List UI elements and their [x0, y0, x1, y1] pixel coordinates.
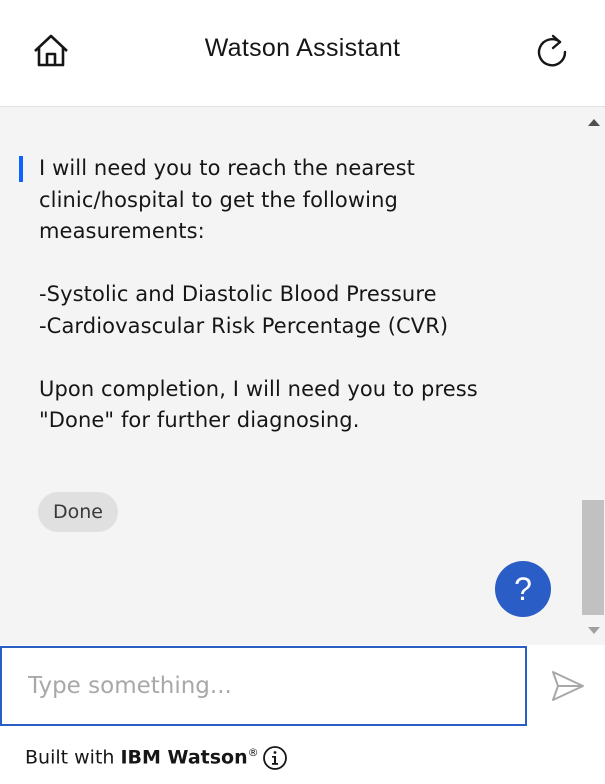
- page-title: Watson Assistant: [204, 34, 401, 62]
- footer-brand: IBM Watson: [120, 746, 248, 769]
- message-accent-bar: [19, 156, 23, 182]
- message-input[interactable]: [2, 648, 508, 724]
- chat-transcript[interactable]: I will need you to reach the nearest cli…: [0, 107, 605, 645]
- scrollbar[interactable]: [580, 107, 605, 645]
- footer-registered-mark: ®: [247, 746, 259, 759]
- done-button[interactable]: Done: [38, 492, 118, 532]
- footer: Built with IBM Watson®: [0, 726, 605, 784]
- footer-prefix: Built with: [25, 746, 121, 769]
- message-input-container: [0, 646, 527, 726]
- send-button[interactable]: [527, 646, 605, 726]
- send-icon: [552, 671, 584, 701]
- info-button[interactable]: [262, 745, 288, 771]
- scroll-down-arrow-icon[interactable]: [588, 627, 600, 634]
- restart-button[interactable]: [530, 30, 574, 74]
- chat-header: Watson Assistant: [0, 0, 605, 107]
- scroll-thumb[interactable]: [582, 500, 604, 615]
- help-button[interactable]: ?: [495, 561, 551, 617]
- restart-icon: [537, 34, 567, 67]
- bot-message: I will need you to reach the nearest cli…: [39, 156, 478, 432]
- footer-text: Built with IBM Watson®: [25, 746, 259, 768]
- scroll-up-arrow-icon[interactable]: [588, 119, 600, 126]
- info-icon: [263, 746, 287, 770]
